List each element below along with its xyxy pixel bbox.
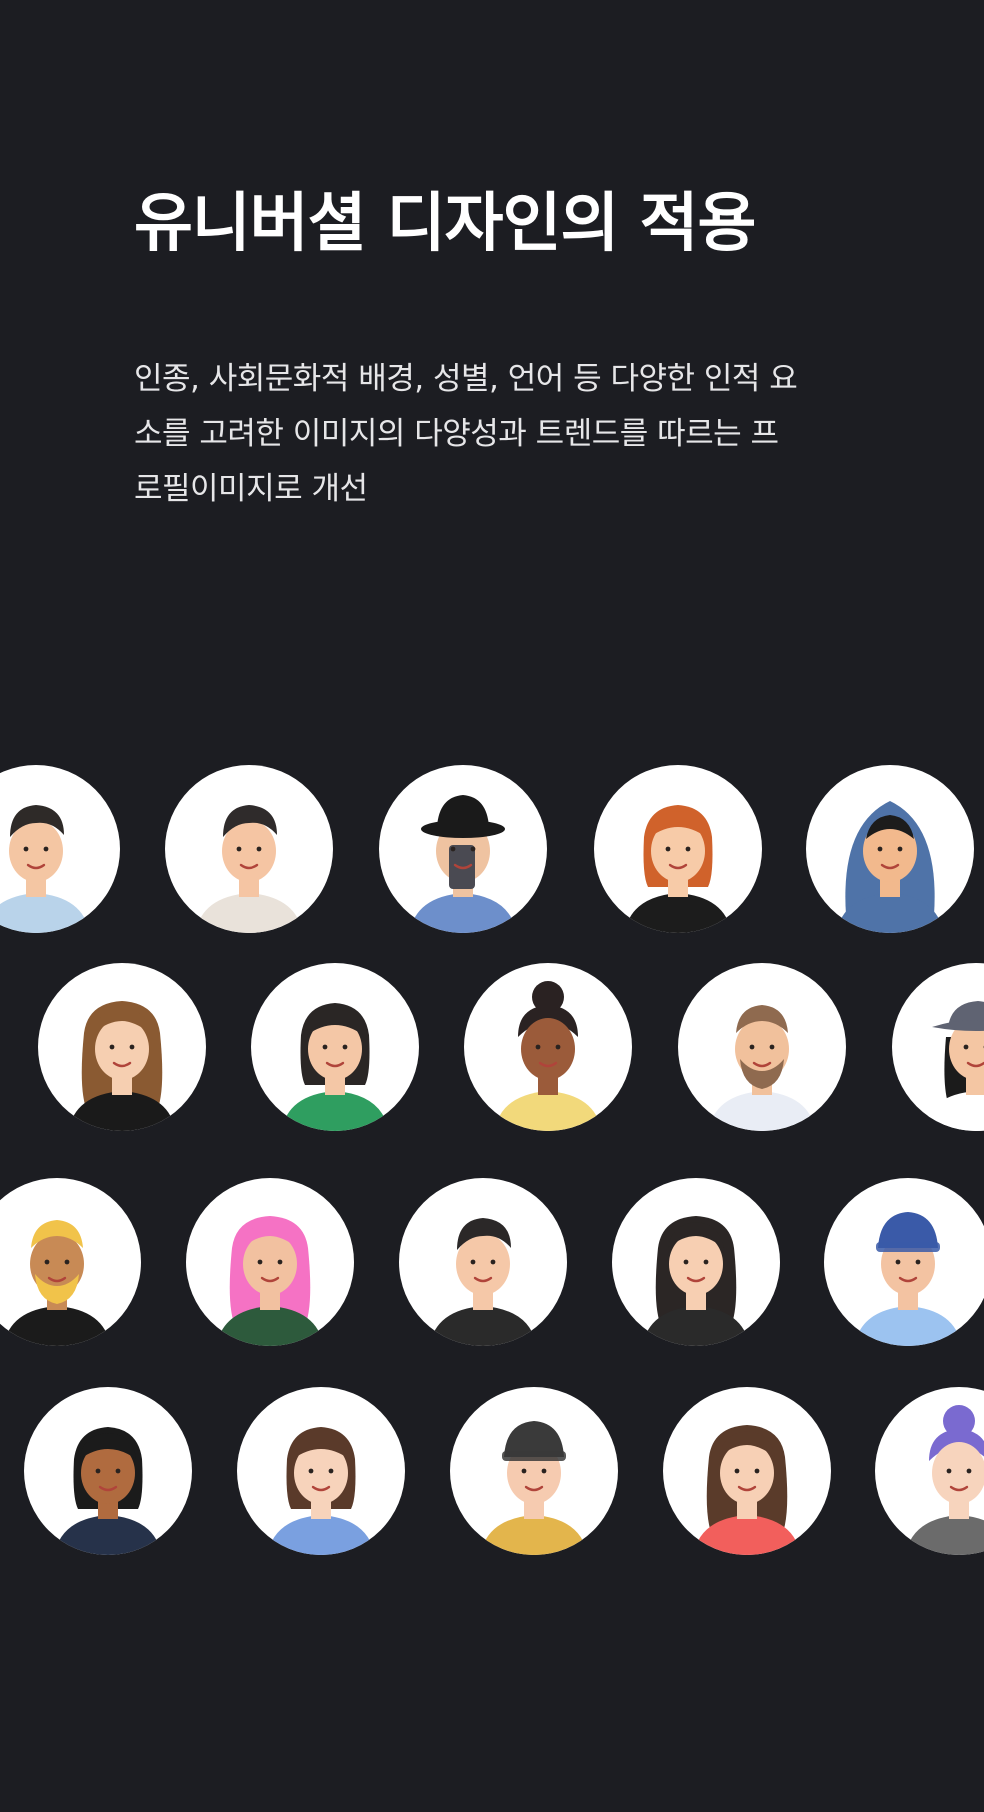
- avatar-round-glasses: [251, 963, 419, 1131]
- avatar-blue-hoodie: [806, 765, 974, 933]
- avatar-suit-man: [399, 1178, 567, 1346]
- avatar-bob-hair-woman: [237, 1387, 405, 1555]
- avatar-grid: [0, 0, 984, 1812]
- avatar-curly-hair-man: [0, 765, 120, 933]
- avatar-bearded-man: [678, 963, 846, 1131]
- avatar-beanie-man: [824, 1178, 984, 1346]
- avatar-headband-woman: [663, 1387, 831, 1555]
- avatar-glasses-wavy-woman: [38, 963, 206, 1131]
- avatar-headset-woman: [875, 1387, 984, 1555]
- avatar-short-hair-man: [165, 765, 333, 933]
- avatar-winking-woman: [24, 1387, 192, 1555]
- avatar-pink-hair-woman: [186, 1178, 354, 1346]
- avatar-bucket-hat-phone: [379, 765, 547, 933]
- avatar-cap-woman: [892, 963, 984, 1131]
- avatar-suit-woman: [612, 1178, 780, 1346]
- avatar-red-bun-woman: [594, 765, 762, 933]
- avatar-curly-bun-woman: [464, 963, 632, 1131]
- avatar-blonde-bearded-man: [0, 1178, 141, 1346]
- avatar-knit-cap-man: [450, 1387, 618, 1555]
